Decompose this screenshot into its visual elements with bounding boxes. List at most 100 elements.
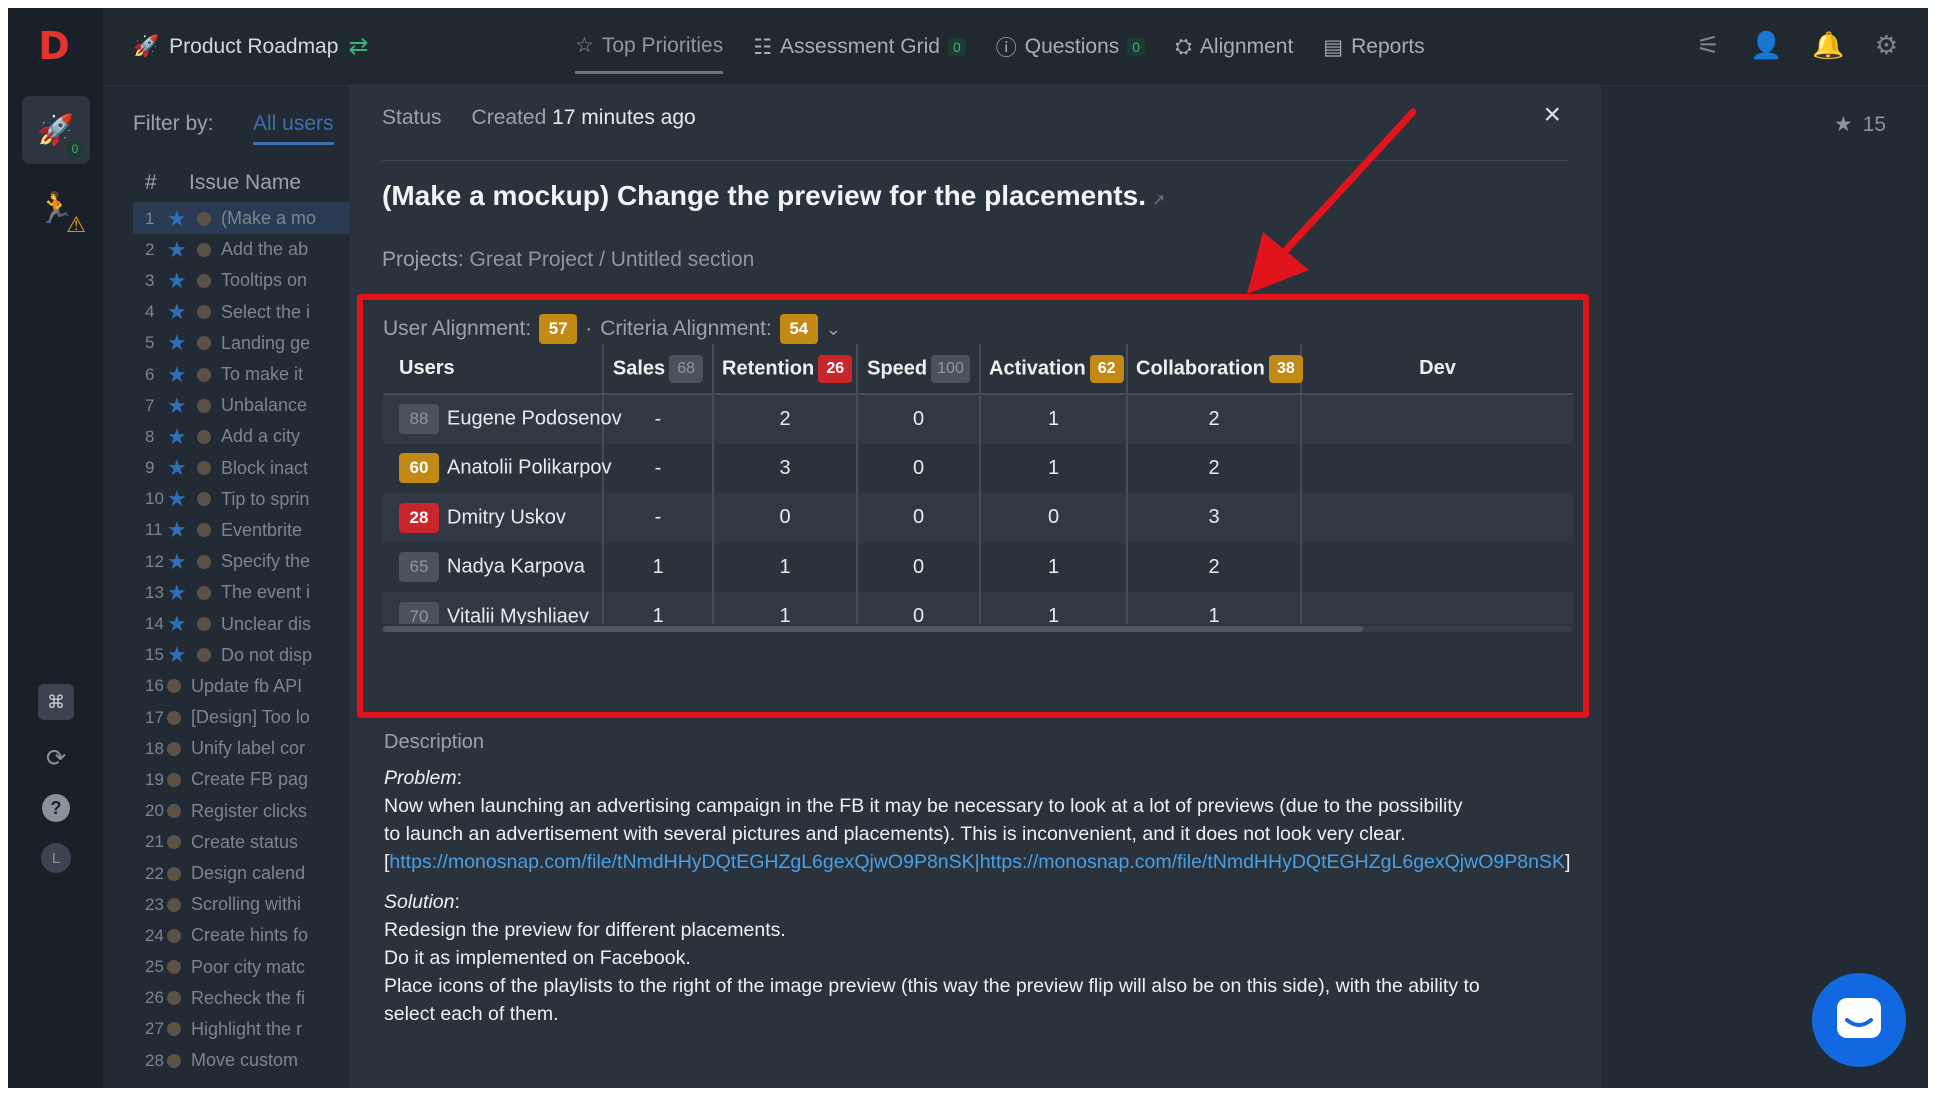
star-icon[interactable]: ★ [167, 237, 197, 263]
filter-users-select[interactable]: All users [253, 112, 334, 145]
score-cell: 0 [856, 493, 980, 543]
refresh-icon[interactable]: ⟳ [38, 740, 74, 776]
issue-row[interactable]: 9 ★ Block inact [133, 453, 353, 484]
score-cell: 1 [979, 443, 1127, 493]
col-name-header[interactable]: Issue Name [189, 171, 301, 195]
star-icon[interactable]: ★ [167, 424, 197, 450]
help-icon[interactable]: ? [42, 794, 70, 822]
issue-row[interactable]: 27 Highlight the r [133, 1014, 353, 1045]
score-cell: 3 [712, 443, 857, 493]
issue-row[interactable]: 14 ★ Unclear dis [133, 608, 353, 639]
star-icon[interactable]: ★ [167, 268, 197, 294]
alignment-summary: User Alignment: 57 · Criteria Alignment:… [383, 314, 841, 344]
issue-row[interactable]: 4 ★ Select the i [133, 297, 353, 328]
criteria-column-header[interactable]: Collaboration 38 [1126, 344, 1303, 395]
criteria-column-header[interactable]: Activation 62 [979, 344, 1127, 395]
status-dot-icon [197, 617, 211, 632]
issue-row[interactable]: 2 ★ Add the ab [133, 234, 353, 265]
chat-widget-button[interactable] [1812, 973, 1906, 1067]
add-user-icon[interactable]: 👤 [1750, 30, 1782, 61]
issue-number: 5 [145, 333, 155, 353]
tab-assessment-grid[interactable]: ☷ Assessment Grid 0 [753, 32, 966, 74]
status-label[interactable]: Status [382, 106, 442, 130]
issue-title: Unify label cor [191, 738, 306, 759]
tab-reports[interactable]: ▤ Reports [1323, 32, 1424, 74]
filter-label: Filter by: [133, 112, 214, 135]
issue-number: 24 [145, 925, 164, 945]
issue-number: 9 [145, 458, 155, 478]
tab-alignment[interactable]: ⛭ Alignment [1175, 32, 1293, 74]
user-avatar[interactable]: L [41, 843, 71, 873]
issue-row[interactable]: 12 ★ Specify the [133, 546, 353, 577]
issue-row[interactable]: 18 Unify label cor [133, 733, 353, 764]
issue-row[interactable]: 23 Scrolling withi [133, 889, 353, 920]
issue-number: 22 [145, 863, 164, 883]
scrollbar-thumb[interactable] [383, 626, 1363, 632]
issue-row[interactable]: 21 Create status [133, 827, 353, 858]
issue-row[interactable]: 3 ★ Tooltips on [133, 265, 353, 296]
user-alignment-badge: 57 [539, 314, 578, 344]
report-icon: ▤ [1323, 35, 1344, 59]
star-icon[interactable]: ★ [167, 486, 197, 512]
status-dot-icon [197, 585, 211, 600]
project-rocket-button[interactable]: 🚀 0 [22, 96, 90, 164]
bell-icon[interactable]: 🔔 [1812, 30, 1844, 61]
issue-row[interactable]: 6 ★ To make it [133, 359, 353, 390]
star-icon[interactable]: ★ [167, 517, 197, 543]
issue-row[interactable]: 17 [Design] Too lo [133, 702, 353, 733]
chevron-down-icon[interactable]: ⌄ [826, 319, 841, 340]
issue-row[interactable]: 1 ★ (Make a mo [133, 203, 353, 235]
sliders-icon[interactable]: ⚟ [1697, 30, 1720, 61]
issue-row[interactable]: 15 ★ Do not disp [133, 640, 353, 671]
issue-row[interactable]: 7 ★ Unbalance [133, 390, 353, 421]
star-icon[interactable]: ★ [167, 455, 197, 481]
status-dot-icon [167, 928, 181, 943]
gear-icon[interactable]: ⚙ [1875, 30, 1898, 61]
issue-row[interactable]: 22 Design calend [133, 858, 353, 889]
issue-row[interactable]: 13 ★ The event i [133, 577, 353, 608]
status-dot-icon [197, 336, 211, 351]
grid-icon: ☷ [753, 35, 773, 59]
project-selector[interactable]: 🚀 Product Roadmap ⇄ [133, 32, 369, 61]
projects-link[interactable]: Great Project / Untitled section [470, 248, 755, 271]
star-icon[interactable]: ★ [167, 330, 197, 356]
star-icon[interactable]: ★ [167, 611, 197, 637]
criteria-column-header[interactable]: Dev [1300, 344, 1573, 395]
status-dot-icon [167, 1053, 181, 1068]
star-icon[interactable]: ★ [167, 642, 197, 668]
monosnap-link[interactable]: https://monosnap.com/file/tNmdHHyDQtEGHZ… [389, 851, 1565, 873]
star-icon[interactable]: ★ [167, 362, 197, 388]
app-logo[interactable]: D [32, 24, 76, 68]
project-running-button[interactable]: 🏃 ⚠ [22, 174, 90, 242]
issue-row[interactable]: 10 ★ Tip to sprin [133, 484, 353, 515]
issue-row[interactable]: 8 ★ Add a city [133, 421, 353, 452]
star-icon[interactable]: ★ [167, 299, 197, 325]
issue-row[interactable]: 16 Update fb API [133, 671, 353, 702]
star-icon[interactable]: ★ [167, 206, 197, 232]
score-cell: 1 [602, 592, 713, 624]
criteria-column-header[interactable]: Retention 26 [712, 344, 857, 395]
issue-row[interactable]: 19 Create FB pag [133, 764, 353, 795]
issue-row[interactable]: 5 ★ Landing ge [133, 328, 353, 359]
star-icon[interactable]: ★ [167, 549, 197, 575]
star-icon[interactable]: ★ [167, 393, 197, 419]
issue-row[interactable]: 20 Register clicks [133, 796, 353, 827]
close-button[interactable]: × [1543, 98, 1561, 132]
issue-row[interactable]: 11 ★ Eventbrite [133, 515, 353, 546]
criteria-column-header[interactable]: Speed 100 [856, 344, 980, 395]
user-cell: 28 Dmitry Uskov [383, 493, 603, 543]
horizontal-scrollbar[interactable] [383, 626, 1573, 632]
user-score-badge: 88 [399, 404, 439, 435]
tab-questions[interactable]: ⓘ Questions 0 [996, 32, 1146, 74]
issue-row[interactable]: 28 Move custom [133, 1045, 353, 1076]
criteria-column-header[interactable]: Sales 68 [602, 344, 713, 395]
external-link-icon[interactable]: ↗ [1152, 192, 1165, 209]
issue-row[interactable]: 26 Recheck the fi [133, 983, 353, 1014]
switch-arrows-icon[interactable]: ⇄ [348, 32, 368, 61]
issue-row[interactable]: 24 Create hints fo [133, 920, 353, 951]
alignment-table-container[interactable]: Users Sales 68 Retention 26 Speed 100 Activatio… [383, 344, 1573, 624]
star-icon[interactable]: ★ [167, 580, 197, 606]
issue-row[interactable]: 25 Poor city matc [133, 952, 353, 983]
command-icon[interactable]: ⌘ [38, 684, 74, 720]
tab-top-priorities[interactable]: ☆ Top Priorities [575, 32, 724, 74]
